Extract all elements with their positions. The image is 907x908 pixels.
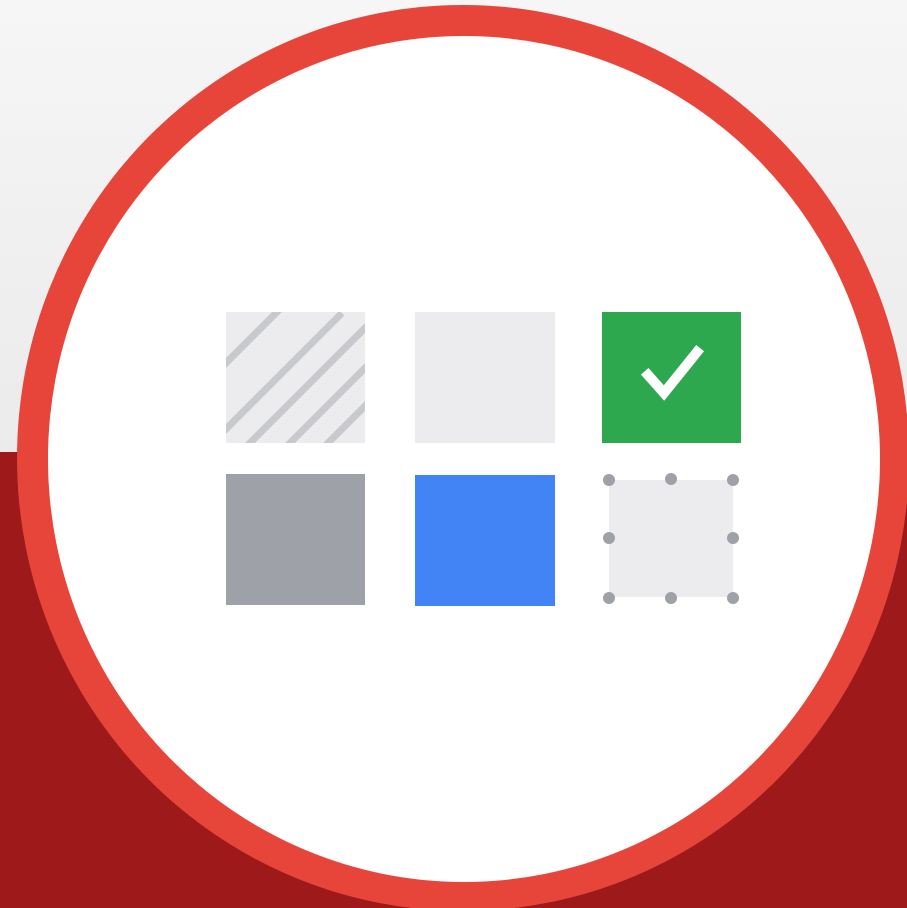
handle-top-middle: [665, 473, 677, 485]
selected-tile: [603, 473, 739, 604]
handle-bottom-left: [603, 592, 615, 604]
handle-top-left: [603, 474, 615, 486]
checked-tile: [602, 312, 741, 443]
handle-bottom-middle: [665, 592, 677, 604]
handle-middle-right: [727, 532, 739, 544]
gray-tile: [226, 474, 365, 605]
blue-tile: [415, 475, 555, 606]
handle-bottom-right: [727, 592, 739, 604]
handle-top-right: [727, 474, 739, 486]
illustration-canvas: [0, 0, 907, 908]
empty-tile: [415, 312, 555, 443]
tile-grid: [226, 312, 741, 606]
striped-tile: [226, 312, 365, 443]
handle-middle-left: [603, 532, 615, 544]
